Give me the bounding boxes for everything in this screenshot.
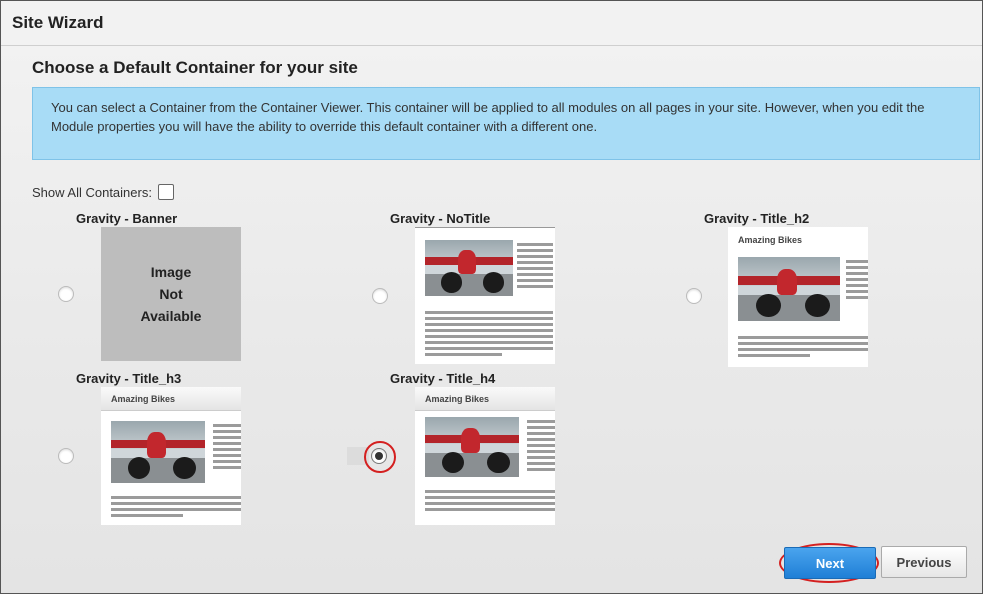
placeholder-paragraph: [738, 333, 868, 359]
thumbnail-title-h4: Amazing Bikes: [415, 387, 555, 525]
thumbnail-notitle: [415, 227, 555, 364]
show-all-label: Show All Containers:: [32, 184, 152, 200]
container-name-banner: Gravity - Banner: [76, 211, 178, 226]
placeholder-text: [517, 240, 553, 290]
site-wizard-window: Site Wizard Choose a Default Container f…: [0, 0, 983, 594]
placeholder-text: [213, 421, 241, 471]
radio-title-h4[interactable]: [371, 448, 387, 464]
no-image-line1: Image: [150, 264, 192, 280]
radio-banner[interactable]: [58, 286, 74, 302]
title-bar: Site Wizard: [1, 1, 982, 46]
show-all-containers: Show All Containers:: [32, 184, 174, 200]
no-image-line2: Not: [159, 286, 183, 302]
info-box: You can select a Container from the Cont…: [32, 87, 980, 160]
thumb-title-h4-heading: Amazing Bikes: [415, 387, 555, 411]
window-title: Site Wizard: [12, 13, 104, 32]
thumbnail-title-h2: Amazing Bikes: [728, 227, 868, 367]
container-name-title-h2: Gravity - Title_h2: [704, 211, 810, 226]
no-image-line3: Available: [140, 308, 202, 324]
container-name-title-h4: Gravity - Title_h4: [390, 371, 496, 386]
next-button[interactable]: Next: [784, 547, 876, 579]
bike-photo: [425, 417, 519, 477]
bike-photo: [425, 240, 513, 296]
thumb-title-h2-heading: Amazing Bikes: [738, 235, 803, 245]
container-name-title-h3: Gravity - Title_h3: [76, 371, 182, 386]
thumb-title-h3-heading: Amazing Bikes: [101, 387, 241, 411]
thumbnail-title-h3: Amazing Bikes: [101, 387, 241, 525]
thumbnail-banner: Image Not Available: [101, 227, 241, 361]
placeholder-text: [846, 257, 868, 301]
placeholder-paragraph: [425, 487, 555, 513]
placeholder-paragraph: [425, 308, 553, 358]
radio-title-h3[interactable]: [58, 448, 74, 464]
bike-photo: [738, 257, 840, 321]
placeholder-text: [527, 417, 555, 473]
radio-notitle[interactable]: [372, 288, 388, 304]
page-heading: Choose a Default Container for your site: [32, 58, 358, 77]
placeholder-paragraph: [111, 493, 241, 519]
previous-button[interactable]: Previous: [881, 546, 967, 578]
show-all-checkbox[interactable]: [157, 184, 174, 200]
radio-title-h2[interactable]: [686, 288, 702, 304]
container-name-notitle: Gravity - NoTitle: [390, 211, 491, 226]
bike-photo: [111, 421, 205, 483]
